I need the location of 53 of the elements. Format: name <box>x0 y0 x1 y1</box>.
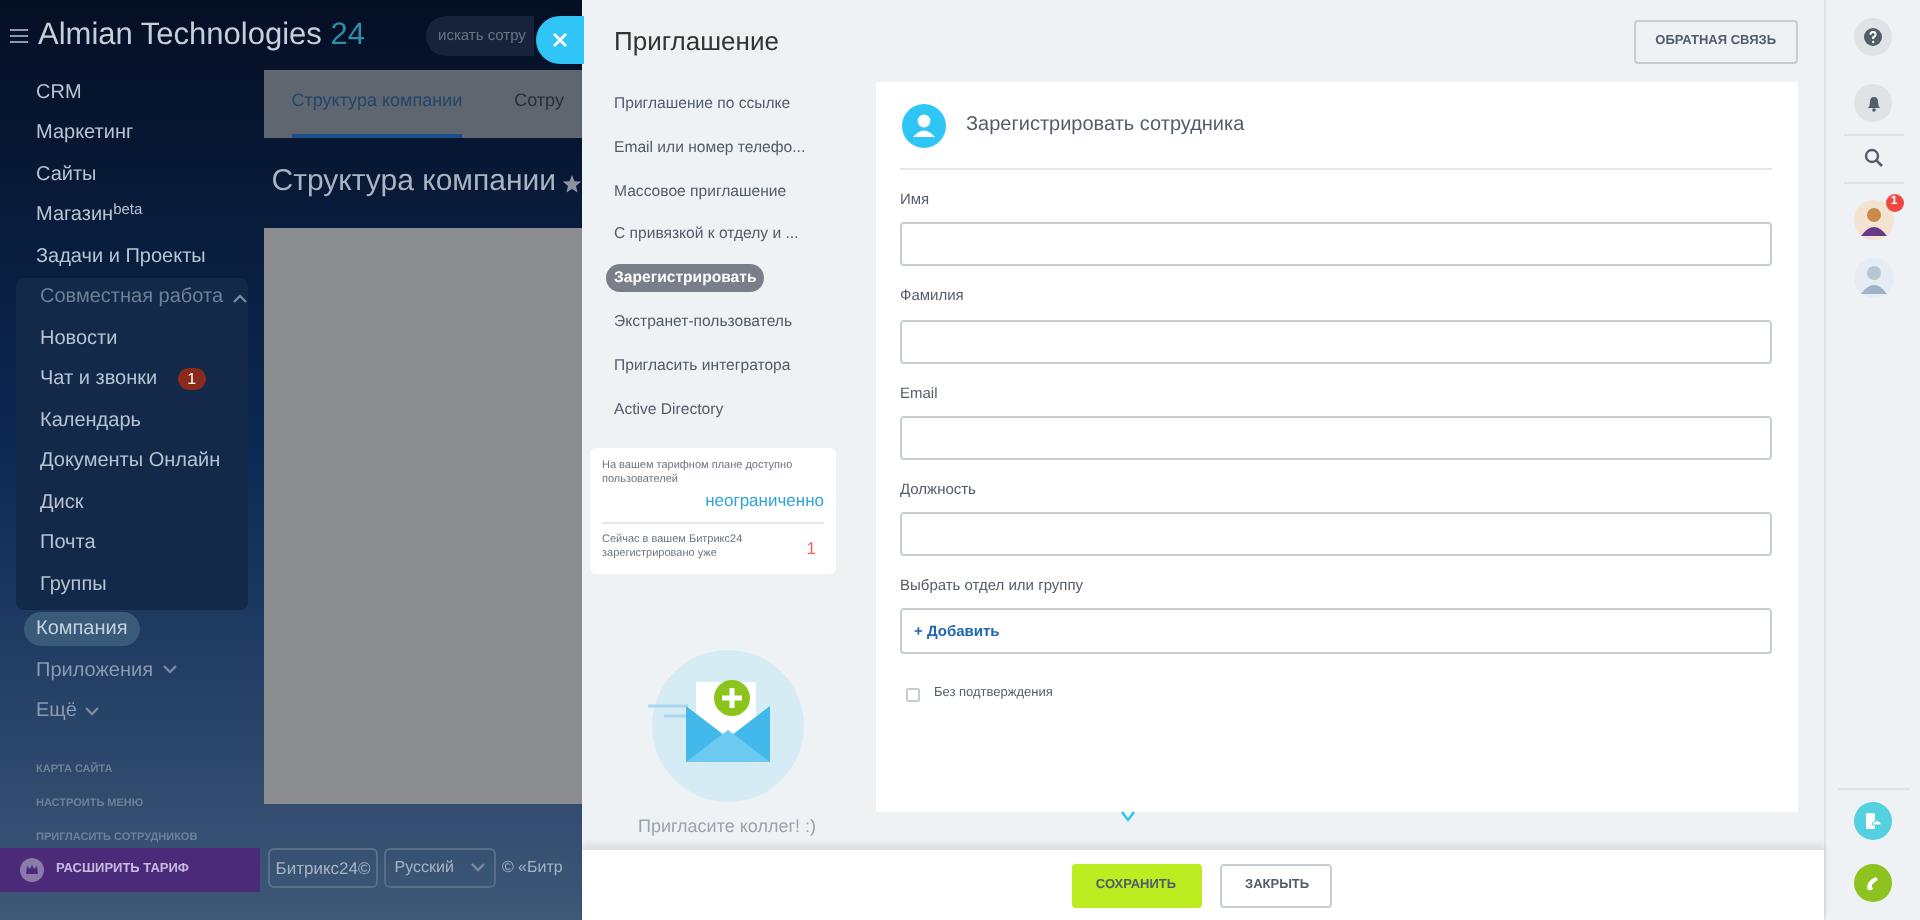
input-field[interactable] <box>900 319 1772 363</box>
help-icon <box>1864 28 1882 46</box>
chevron-down-icon <box>161 664 178 677</box>
phone-icon <box>1864 874 1882 892</box>
avatar-icon[interactable] <box>1853 200 1893 240</box>
bell-icon <box>1865 94 1881 112</box>
sidebar-group[interactable]: Приложения <box>36 655 154 686</box>
crown-icon <box>20 858 44 882</box>
input-field[interactable] <box>900 222 1772 267</box>
sidebar-item[interactable]: CRM <box>24 75 94 110</box>
page-title: Структура компании <box>271 162 556 203</box>
checkbox[interactable] <box>906 687 920 702</box>
input-field[interactable] <box>900 415 1772 460</box>
search-icon[interactable] <box>1863 148 1883 168</box>
slider-title: Приглашение <box>614 23 779 60</box>
chevron-down-icon <box>1120 810 1136 822</box>
star-icon[interactable] <box>562 173 582 193</box>
sidebar-group[interactable]: Ещё <box>36 696 77 727</box>
brand-button[interactable]: Битрикс24© <box>267 848 379 888</box>
call-button[interactable] <box>1854 864 1892 902</box>
close-icon <box>552 32 568 48</box>
chevron-up-icon <box>231 291 247 304</box>
sidebar-item[interactable]: Почта <box>28 526 108 561</box>
sidebar-item[interactable]: Сайты <box>24 157 109 192</box>
input-field[interactable] <box>900 512 1772 556</box>
portal-logo[interactable]: Almian Technologies 24 <box>38 11 365 59</box>
close-button[interactable] <box>536 16 584 64</box>
plan-value: неограниченно <box>705 488 824 515</box>
sidebar-item[interactable]: Новости <box>28 321 130 356</box>
sidebar-item[interactable]: Задачи и Проекты <box>24 239 218 274</box>
sidebar-item[interactable]: Календарь <box>28 403 153 438</box>
sidebar-item[interactable]: Маркетинг <box>24 116 146 151</box>
sidebar-item[interactable]: Документы Онлайн <box>28 444 233 479</box>
user-icon <box>902 103 946 147</box>
sidebar-item[interactable]: Магазин$^{beta}$ <box>24 198 155 233</box>
chevron-down-icon <box>84 705 101 718</box>
sidebar-item[interactable]: Чат и звонки <box>28 362 170 397</box>
count-badge: 1 <box>177 368 207 391</box>
invite-caption: Пригласите коллег! :) <box>637 814 817 841</box>
plan-value: 1 <box>806 535 816 561</box>
form-title: Зарегистрировать сотрудника <box>966 112 1245 140</box>
language-button[interactable]: Русский <box>384 848 496 888</box>
sidebar-item[interactable]: Группы <box>28 567 119 602</box>
sidebar-group[interactable]: Совместная работа <box>40 282 223 313</box>
menu-icon[interactable] <box>10 27 28 43</box>
help-button[interactable] <box>1854 18 1892 56</box>
sidebar-item[interactable]: Компания <box>24 612 140 647</box>
cloud-phone-button[interactable] <box>1854 802 1892 840</box>
phone-cloud-icon <box>1864 812 1882 830</box>
chevron-down-icon <box>469 862 486 874</box>
copyright-text: © «Битр <box>501 856 563 880</box>
sidebar-item[interactable]: Диск <box>28 485 96 520</box>
notifications-button[interactable] <box>1854 84 1892 122</box>
